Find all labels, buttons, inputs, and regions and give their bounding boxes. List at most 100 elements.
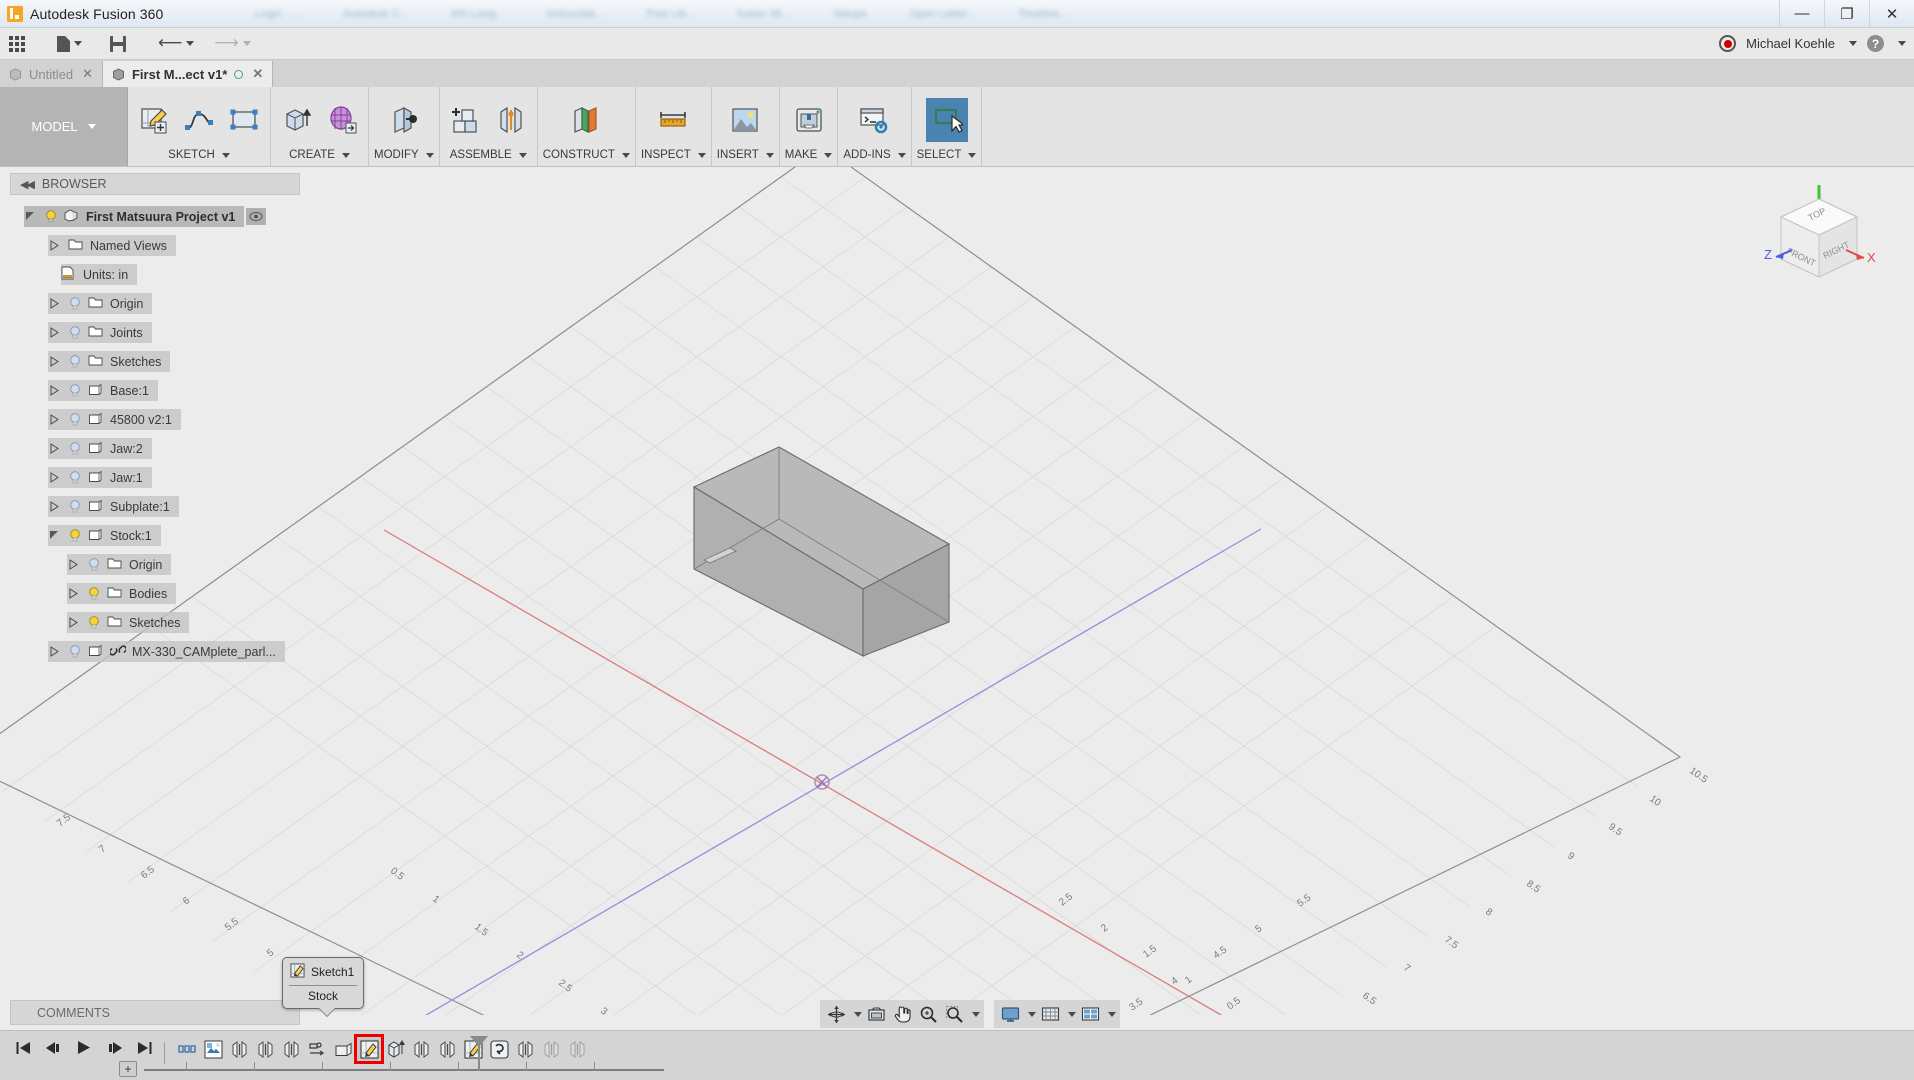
visibility-bulb-icon[interactable] [68, 355, 81, 368]
tree-item-sketches[interactable]: Sketches [10, 347, 300, 376]
select-window-icon[interactable] [925, 97, 968, 142]
spline-icon[interactable] [178, 98, 220, 142]
step-back-icon[interactable] [46, 1041, 62, 1058]
timeline-item-joint[interactable] [409, 1037, 433, 1061]
ribbon-group-label-inspect[interactable]: INSPECT [641, 149, 706, 166]
chevron-down-icon[interactable] [1064, 1002, 1076, 1026]
collapse-left-icon[interactable]: ◀◀ [20, 178, 35, 191]
tree-item-45800-v2[interactable]: 45800 v2:1 [10, 405, 300, 434]
chevron-down-icon[interactable] [968, 1002, 980, 1026]
collapse-arrow-icon[interactable] [48, 240, 61, 251]
visibility-bulb-icon[interactable] [68, 384, 81, 397]
timeline-expand-button[interactable]: + [119, 1061, 137, 1077]
collapse-arrow-icon[interactable] [48, 356, 61, 367]
collapse-arrow-icon[interactable] [48, 327, 61, 338]
viewports-icon[interactable] [1078, 1002, 1102, 1026]
visibility-bulb-icon[interactable] [87, 558, 100, 571]
ribbon-group-label-insert[interactable]: INSERT [717, 149, 774, 166]
browser-header[interactable]: ◀◀ BROWSER [10, 173, 300, 195]
timeline-item-canvas-image[interactable] [201, 1037, 225, 1061]
tree-item-stock-origin[interactable]: Origin [10, 550, 300, 579]
collapse-arrow-icon[interactable] [48, 646, 61, 657]
chevron-down-icon[interactable] [1849, 41, 1857, 46]
collapse-arrow-icon[interactable] [67, 559, 80, 570]
window-controls[interactable]: — ❐ ✕ [1779, 0, 1914, 27]
create-sketch-icon[interactable] [133, 98, 175, 142]
tab-untitled[interactable]: Untitled ✕ [0, 61, 103, 87]
new-document-button[interactable] [52, 30, 87, 58]
timeline-item-joint-dimmed[interactable] [539, 1037, 563, 1061]
close-button[interactable]: ✕ [1869, 0, 1914, 27]
close-icon[interactable]: ✕ [252, 66, 263, 82]
view-cube[interactable]: TOP FRONT RIGHT Z X [1754, 177, 1884, 297]
tree-item-stock-bodies[interactable]: Bodies [10, 579, 300, 608]
workspace-switcher[interactable]: MODEL [0, 87, 128, 166]
ribbon-group-label-make[interactable]: MAKE [785, 149, 833, 166]
restore-button[interactable]: ❐ [1824, 0, 1869, 27]
help-button[interactable]: ? [1867, 35, 1884, 52]
play-icon[interactable] [77, 1040, 91, 1058]
fit-icon[interactable] [942, 1002, 966, 1026]
record-button[interactable] [1719, 35, 1737, 52]
insert-image-icon[interactable] [724, 98, 766, 142]
visibility-bulb-icon[interactable] [68, 413, 81, 426]
skip-start-icon[interactable] [16, 1041, 31, 1058]
tree-item-mx330-camplete[interactable]: MX-330_CAMplete_parl... [10, 637, 300, 666]
collapse-arrow-icon[interactable] [48, 472, 61, 483]
timeline-item-joint[interactable] [513, 1037, 537, 1061]
timeline-item-move-copy[interactable] [305, 1037, 329, 1061]
measure-icon[interactable] [652, 98, 694, 142]
comments-panel[interactable]: COMMENTS [10, 1000, 300, 1025]
visibility-bulb-icon[interactable] [68, 297, 81, 310]
timeline-playhead-marker[interactable] [470, 1036, 488, 1047]
ribbon-group-label-select[interactable]: SELECT [917, 149, 977, 166]
scripts-addins-icon[interactable] [853, 98, 895, 142]
collapse-arrow-icon[interactable] [67, 588, 80, 599]
display-settings-icon[interactable] [998, 1002, 1022, 1026]
timeline-item-extrude[interactable] [383, 1037, 407, 1061]
timeline-item-sketch1-selected[interactable] [354, 1034, 384, 1064]
timeline-track[interactable] [144, 1069, 664, 1071]
3d-print-icon[interactable] [788, 98, 830, 142]
tree-item-named-views[interactable]: Named Views [10, 231, 300, 260]
new-component-icon[interactable] [445, 98, 487, 142]
timeline-item-body[interactable] [331, 1037, 355, 1061]
visibility-bulb-icon[interactable] [87, 616, 100, 629]
tree-item-joints[interactable]: Joints [10, 318, 300, 347]
visibility-bulb-icon[interactable] [68, 471, 81, 484]
chevron-down-icon[interactable] [850, 1002, 862, 1026]
tree-item-base[interactable]: Base:1 [10, 376, 300, 405]
joint-icon[interactable] [490, 98, 532, 142]
tree-item-subplate[interactable]: Subplate:1 [10, 492, 300, 521]
collapse-arrow-icon[interactable] [48, 298, 61, 309]
extrude-icon[interactable] [276, 98, 318, 142]
rectangle-icon[interactable] [223, 98, 265, 142]
redo-button[interactable]: ⟶ [209, 30, 255, 58]
skip-end-icon[interactable] [137, 1041, 152, 1058]
visibility-bulb-icon[interactable] [68, 442, 81, 455]
tree-item-first-matsuura-project[interactable]: First Matsuura Project v1 [10, 202, 300, 231]
tree-item-units[interactable]: Units: in [10, 260, 300, 289]
offset-plane-icon[interactable] [565, 98, 607, 142]
timeline-item-document-settings[interactable] [175, 1037, 199, 1061]
pan-icon[interactable] [890, 1002, 914, 1026]
ribbon-group-label-addins[interactable]: ADD-INS [843, 149, 906, 166]
tree-item-jaw-1[interactable]: Jaw:1 [10, 463, 300, 492]
mesh-icon[interactable] [321, 98, 363, 142]
zoom-icon[interactable] [916, 1002, 940, 1026]
app-grid-button[interactable] [4, 30, 30, 58]
eye-icon[interactable] [246, 208, 267, 225]
ribbon-group-label-modify[interactable]: MODIFY [374, 149, 434, 166]
timeline-item-joint[interactable] [227, 1037, 251, 1061]
visibility-bulb-icon[interactable] [44, 210, 57, 223]
timeline-item-joint[interactable] [279, 1037, 303, 1061]
look-at-icon[interactable] [864, 1002, 888, 1026]
collapse-arrow-icon[interactable] [48, 501, 61, 512]
visibility-bulb-icon[interactable] [68, 529, 81, 542]
ribbon-group-label-construct[interactable]: CONSTRUCT [543, 149, 630, 166]
user-menu[interactable]: Michael Koehle [1746, 36, 1835, 51]
chevron-down-icon[interactable] [1024, 1002, 1036, 1026]
close-icon[interactable]: ✕ [82, 66, 93, 82]
ribbon-group-label-sketch[interactable]: SKETCH [133, 149, 265, 166]
visibility-bulb-icon[interactable] [68, 326, 81, 339]
